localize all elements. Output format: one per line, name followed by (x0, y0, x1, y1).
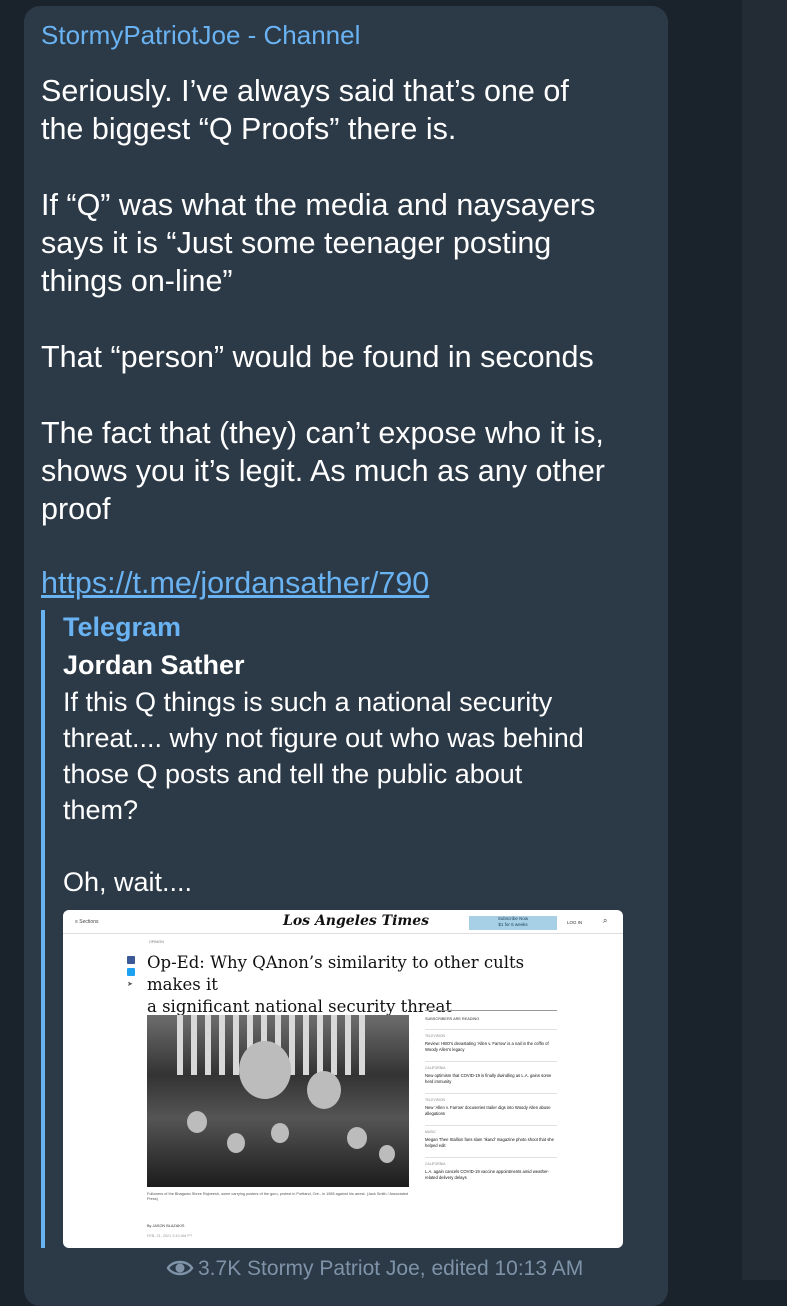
preview-image[interactable]: ≡ Sections Los Angeles Times Subscribe N… (63, 910, 623, 1248)
background-strip (742, 0, 787, 1280)
rail-item: MUSIC Megan Thee Stallion fans slam ‘Ika… (425, 1125, 557, 1149)
preview-line: them? (63, 795, 139, 825)
rail-item: TELEVISION Review: HBO’s devastating ‘Al… (425, 1029, 557, 1053)
subscribers-reading-rail: SUBSCRIBERS ARE READING TELEVISION Revie… (425, 1010, 557, 1181)
message-line: the biggest “Q Proofs” there is. (41, 112, 457, 146)
eye-icon (166, 1258, 194, 1284)
preview-line: If this Q things is such a national secu… (63, 687, 553, 717)
article-date: FEB. 21, 2021 3:10 AM PT (147, 1234, 193, 1238)
preview-site-name: Telegram (63, 612, 182, 642)
newspaper-logo: Los Angeles Times (283, 913, 429, 929)
rail-item: TELEVISION New ‘Allen v. Farrow’ docuser… (425, 1093, 557, 1117)
view-count: 3.7K (198, 1257, 242, 1280)
photo-caption: Followers of the Bhagwan Shree Rajneesh,… (147, 1192, 409, 1201)
preview-line: Oh, wait.... (63, 867, 193, 897)
article-kicker: OPINION (149, 940, 164, 944)
message-line: Seriously. I’ve always said that’s one o… (41, 74, 569, 108)
share-icon: ➤ (127, 981, 133, 988)
search-icon: ⌕ (603, 916, 608, 925)
message-text: Seriously. I’ve always said that’s one o… (41, 72, 650, 528)
author-edited-time: Stormy Patriot Joe, edited 10:13 AM (247, 1257, 584, 1280)
message-line: things on-line” (41, 264, 233, 298)
header-divider (63, 933, 623, 934)
preview-description: If this Q things is such a national secu… (63, 684, 650, 900)
login-link: LOG IN (567, 920, 583, 925)
preview-line: those Q posts and tell the public about (63, 759, 523, 789)
twitter-icon (127, 968, 135, 976)
message-line: That “person” would be found in seconds (41, 340, 594, 374)
message-line: The fact that (they) can’t expose who it… (41, 416, 604, 450)
rail-item: CALIFORNIA L.A. again cancels COVID-19 v… (425, 1157, 557, 1181)
sections-menu: ≡ Sections (75, 919, 99, 925)
rail-item: CALIFORNIA New optimism that COVID-19 is… (425, 1061, 557, 1085)
channel-name[interactable]: StormyPatriotJoe - Channel (41, 20, 650, 50)
rail-heading: SUBSCRIBERS ARE READING (425, 1010, 557, 1021)
article-headline: Op-Ed: Why QAnon’s similarity to other c… (147, 953, 525, 1016)
subscribe-button: Subscribe Now $1 for 6 weeks (469, 916, 557, 930)
preview-line: threat.... why not figure out who was be… (63, 723, 584, 753)
preview-title: Jordan Sather (63, 650, 245, 680)
message-line: proof (41, 492, 111, 526)
link-preview[interactable]: Telegram Jordan Sather If this Q things … (41, 610, 650, 1248)
message-link[interactable]: https://t.me/jordansather/790 (41, 564, 650, 602)
facebook-icon (127, 956, 135, 964)
article-byline: By JASON BLAZAKIS (147, 1224, 185, 1228)
message-bubble[interactable]: StormyPatriotJoe - Channel Seriously. I’… (24, 6, 668, 1306)
message-line: If “Q” was what the media and naysayers (41, 188, 596, 222)
article-photo (147, 1015, 409, 1187)
message-line: says it is “Just some teenager posting (41, 226, 552, 260)
message-line: shows you it’s legit. As much as any oth… (41, 454, 605, 488)
